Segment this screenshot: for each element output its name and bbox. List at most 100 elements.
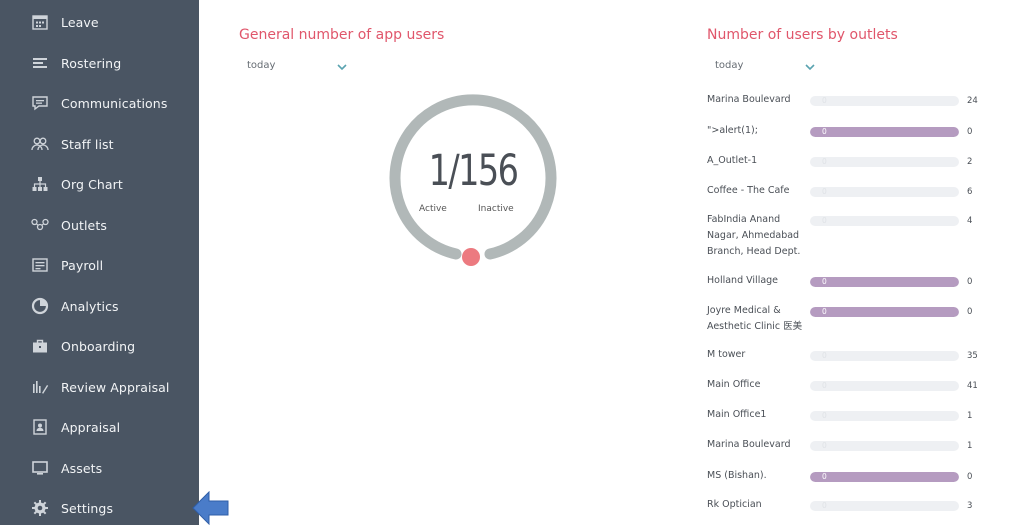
sidebar-item-label: Leave: [61, 14, 99, 30]
outlet-bar-value: 0: [822, 351, 827, 360]
outlet-bar-fill: [810, 277, 959, 287]
outlet-count: 0: [967, 472, 973, 482]
chat-icon: [31, 94, 49, 112]
outlet-count: 0: [967, 307, 973, 317]
roster-icon: [31, 54, 49, 72]
outlet-count: 1: [967, 441, 973, 451]
outlet-bar: 0: [810, 187, 959, 197]
outlet-bar-fill: [810, 307, 959, 317]
sidebar-item-outlets[interactable]: Outlets: [0, 210, 199, 240]
sidebar-item-review-appraisal[interactable]: Review Appraisal: [0, 372, 199, 402]
outlet-bar-value: 0: [822, 307, 827, 316]
sidebar-item-assets[interactable]: Assets: [0, 453, 199, 483]
sidebar-item-leave[interactable]: Leave: [0, 7, 199, 37]
sidebar-item-rostering[interactable]: Rostering: [0, 48, 199, 78]
outlet-name: Holland Village: [707, 275, 779, 286]
outlet-bar: 0: [810, 472, 959, 482]
sidebar-item-label: Communications: [61, 95, 168, 111]
analytics-icon: [31, 297, 49, 315]
monitor-icon: [31, 459, 49, 477]
outlet-count: 0: [967, 127, 973, 137]
period-value: today: [247, 60, 276, 71]
outlet-count: 6: [967, 187, 973, 197]
sidebar-item-payroll[interactable]: Payroll: [0, 250, 199, 280]
sidebar-item-label: Settings: [61, 500, 114, 516]
outlet-count: 41: [967, 381, 978, 391]
outlet-name: MS (Bishan).: [707, 470, 767, 481]
sidebar-item-label: Assets: [61, 460, 103, 476]
app-users-period-dropdown[interactable]: today: [239, 57, 349, 77]
outlet-bar: 0: [810, 411, 959, 421]
outlet-name: Joyre Medical & Aesthetic Clinic 医美: [707, 305, 803, 332]
outlet-name: Marina Boulevard: [707, 94, 791, 105]
outlet-count: 2: [967, 157, 973, 167]
sidebar-item-communications[interactable]: Communications: [0, 88, 199, 118]
briefcase-icon: [31, 337, 49, 355]
outlets-period-dropdown[interactable]: today: [707, 57, 817, 77]
outlet-bar: 0: [810, 501, 959, 511]
sidebar-item-label: Outlets: [61, 217, 107, 233]
outlet-count: 1: [967, 411, 973, 421]
sidebar-item-label: Payroll: [61, 257, 104, 273]
outlets-icon: [31, 216, 49, 234]
gauge-marker: [462, 248, 480, 266]
outlet-count: 35: [967, 351, 978, 361]
outlet-name: Marina Boulevard: [707, 439, 791, 450]
review-icon: [31, 378, 49, 396]
sidebar-item-label: Staff list: [61, 136, 114, 152]
sidebar-item-staff-list[interactable]: Staff list: [0, 129, 199, 159]
sidebar-item-org-chart[interactable]: Org Chart: [0, 169, 199, 199]
sidebar-item-appraisal[interactable]: Appraisal: [0, 412, 199, 442]
org-chart-icon: [31, 175, 49, 193]
sidebar-item-onboarding[interactable]: Onboarding: [0, 331, 199, 361]
outlet-bar-value: 0: [822, 216, 827, 225]
sidebar-item-label: Onboarding: [61, 338, 136, 354]
active-label: Active: [419, 204, 447, 214]
outlet-name: Main Office: [707, 379, 761, 390]
outlet-bar: 0: [810, 127, 959, 137]
appraisal-icon: [31, 418, 49, 436]
outlet-bar: 0: [810, 157, 959, 167]
calendar-icon: [31, 13, 49, 31]
outlet-bar: 0: [810, 277, 959, 287]
sidebar-item-label: Appraisal: [61, 419, 121, 435]
sidebar-item-analytics[interactable]: Analytics: [0, 291, 199, 321]
outlets-title: Number of users by outlets: [707, 27, 898, 43]
outlet-bar-value: 0: [822, 127, 827, 136]
sidebar-item-label: Review Appraisal: [61, 379, 170, 395]
outlet-bar-fill: [810, 127, 959, 137]
sidebar-item-label: Org Chart: [61, 176, 123, 192]
outlet-bar: 0: [810, 381, 959, 391]
outlet-bar-value: 0: [822, 441, 827, 450]
inactive-label: Inactive: [478, 204, 514, 214]
outlet-name: FabIndia Anand Nagar, Ahmedabad Branch, …: [707, 214, 801, 257]
chevron-down-icon: [337, 64, 347, 71]
app-users-count: 1/156: [428, 146, 519, 196]
outlet-bar: 0: [810, 441, 959, 451]
sidebar: Leave Rostering Communications Staff lis…: [0, 0, 199, 525]
outlet-bar-value: 0: [822, 472, 827, 481]
outlet-name: Main Office1: [707, 409, 767, 420]
outlet-bar-value: 0: [822, 411, 827, 420]
outlet-name: M tower: [707, 349, 746, 360]
period-value: today: [715, 60, 744, 71]
outlet-bar-value: 0: [822, 277, 827, 286]
outlet-bar-value: 0: [822, 187, 827, 196]
outlet-bar-value: 0: [822, 96, 827, 105]
app-users-title: General number of app users: [239, 27, 445, 43]
outlet-bar: 0: [810, 351, 959, 361]
gear-icon: [31, 499, 49, 517]
outlet-count: 0: [967, 277, 973, 287]
pointer-arrow-icon: [192, 491, 229, 525]
outlet-bar-value: 0: [822, 501, 827, 510]
outlet-count: 4: [967, 216, 973, 226]
sidebar-item-settings[interactable]: Settings: [0, 493, 199, 523]
outlet-bar: 0: [810, 307, 959, 317]
outlet-name: A_Outlet-1: [707, 155, 758, 166]
outlet-name: Rk Optician: [707, 499, 762, 510]
outlet-bar-value: 0: [822, 157, 827, 166]
outlet-bar: 0: [810, 216, 959, 226]
outlet-bar-fill: [810, 472, 959, 482]
outlet-bar-value: 0: [822, 381, 827, 390]
sidebar-item-label: Rostering: [61, 55, 122, 71]
